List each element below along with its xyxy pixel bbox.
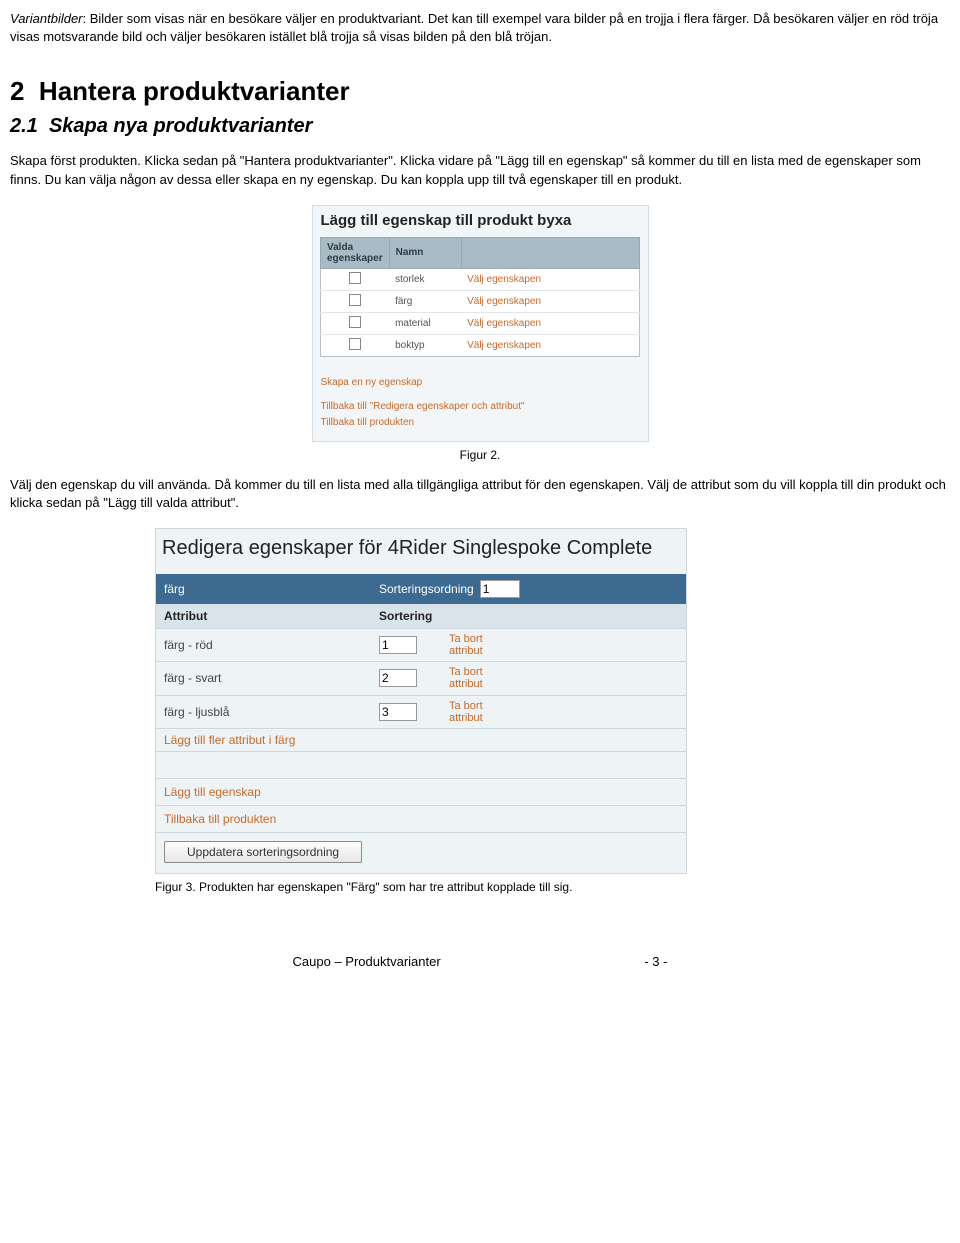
- add-property-row: Lägg till egenskap: [156, 779, 686, 806]
- checkbox-icon[interactable]: [349, 272, 361, 284]
- panel-title: Lägg till egenskap till produkt byxa: [313, 206, 648, 237]
- attr-sort-input[interactable]: [379, 669, 417, 687]
- attr-header-row: Attribut Sortering: [156, 604, 686, 629]
- page-footer: Caupo – Produktvarianter - 3 -: [10, 954, 950, 969]
- attr-name: färg - röd: [164, 638, 379, 652]
- back-row: Tillbaka till produkten: [156, 806, 686, 833]
- back-edit-link[interactable]: Tillbaka till "Redigera egenskaper och a…: [321, 399, 640, 415]
- prop-name: boktyp: [389, 334, 461, 356]
- select-link[interactable]: Välj egenskapen: [467, 318, 541, 329]
- remove-attr-link[interactable]: Ta bortattribut: [449, 633, 483, 657]
- select-link[interactable]: Välj egenskapen: [467, 296, 541, 307]
- new-property-link[interactable]: Skapa en ny egenskap: [321, 375, 640, 391]
- panel-links: Skapa en ny egenskap Tillbaka till "Redi…: [313, 357, 648, 433]
- checkbox-icon[interactable]: [349, 316, 361, 328]
- intro-term: Variantbilder: [10, 11, 83, 26]
- hdr-attr: Attribut: [164, 609, 379, 623]
- edit-properties-panel: Redigera egenskaper för 4Rider Singlespo…: [155, 528, 687, 874]
- section-title: Hantera produktvarianter: [39, 76, 350, 106]
- add-property-panel: Lägg till egenskap till produkt byxa Val…: [312, 205, 649, 442]
- prop-name: material: [389, 312, 461, 334]
- add-more-attr-link[interactable]: Lägg till fler attribut i färg: [164, 733, 295, 747]
- checkbox-icon[interactable]: [349, 294, 361, 306]
- sort-label: Sorteringsordning: [379, 582, 474, 596]
- intro-text: : Bilder som visas när en besökare välje…: [10, 11, 938, 44]
- table-row: storlek Välj egenskapen: [321, 268, 640, 290]
- properties-table: Valda egenskaper Namn storlek Välj egens…: [320, 237, 640, 357]
- intro-paragraph: Variantbilder: Bilder som visas när en b…: [10, 10, 950, 46]
- section-number: 2: [10, 76, 24, 106]
- attr-row: färg - svart Ta bortattribut: [156, 662, 686, 695]
- sort-order-input[interactable]: [480, 580, 520, 598]
- col-name: Namn: [389, 237, 461, 268]
- attr-sort-input[interactable]: [379, 636, 417, 654]
- remove-attr-link[interactable]: Ta bortattribut: [449, 700, 483, 724]
- subsection-heading: 2.1 Skapa nya produktvarianter: [10, 115, 950, 138]
- col-checked: Valda egenskaper: [321, 237, 390, 268]
- figure-3: Redigera egenskaper för 4Rider Singlespo…: [155, 528, 950, 874]
- figure-2-caption: Figur 2.: [10, 448, 950, 462]
- prop-name: färg: [389, 290, 461, 312]
- back-product-link[interactable]: Tillbaka till produkten: [321, 415, 640, 431]
- col-action: [461, 237, 639, 268]
- body-paragraph-2: Välj den egenskap du vill använda. Då ko…: [10, 476, 950, 512]
- panel-title: Redigera egenskaper för 4Rider Singlespo…: [156, 529, 686, 574]
- subsection-number: 2.1: [10, 115, 38, 137]
- attr-row: färg - röd Ta bortattribut: [156, 629, 686, 662]
- figure-2: Lägg till egenskap till produkt byxa Val…: [10, 205, 950, 442]
- prop-name: storlek: [389, 268, 461, 290]
- attr-name: färg - svart: [164, 671, 379, 685]
- add-property-link[interactable]: Lägg till egenskap: [164, 785, 261, 799]
- remove-attr-link[interactable]: Ta bortattribut: [449, 666, 483, 690]
- attr-sort-input[interactable]: [379, 703, 417, 721]
- select-link[interactable]: Välj egenskapen: [467, 340, 541, 351]
- figure-3-caption: Figur 3. Produkten har egenskapen "Färg"…: [155, 880, 950, 894]
- table-row: färg Välj egenskapen: [321, 290, 640, 312]
- section-heading: 2 Hantera produktvarianter: [10, 76, 950, 107]
- property-bar: färg Sorteringsordning: [156, 574, 686, 604]
- table-row: boktyp Välj egenskapen: [321, 334, 640, 356]
- attr-name: färg - ljusblå: [164, 705, 379, 719]
- footer-right: - 3 -: [644, 954, 667, 969]
- checkbox-icon[interactable]: [349, 338, 361, 350]
- update-sort-button[interactable]: Uppdatera sorteringsordning: [164, 841, 362, 863]
- back-product-link[interactable]: Tillbaka till produkten: [164, 812, 276, 826]
- body-paragraph-1: Skapa först produkten. Klicka sedan på "…: [10, 152, 950, 188]
- select-link[interactable]: Välj egenskapen: [467, 274, 541, 285]
- hdr-sort: Sortering: [379, 609, 432, 623]
- spacer: [156, 752, 686, 779]
- table-row: material Välj egenskapen: [321, 312, 640, 334]
- footer-left: Caupo – Produktvarianter: [293, 954, 441, 969]
- add-more-attr-row: Lägg till fler attribut i färg: [156, 729, 686, 752]
- attr-row: färg - ljusblå Ta bortattribut: [156, 696, 686, 729]
- subsection-title: Skapa nya produktvarianter: [49, 115, 312, 137]
- property-label: färg: [164, 582, 379, 596]
